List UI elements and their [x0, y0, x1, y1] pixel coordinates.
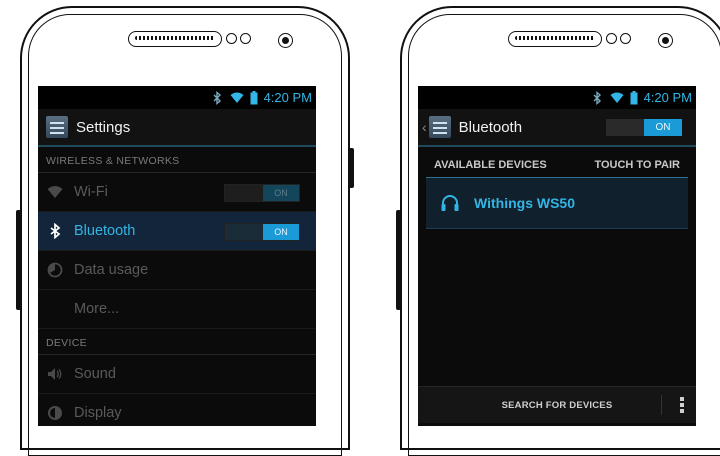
bluetooth-status-icon — [593, 90, 601, 105]
status-time: 4:20 PM — [263, 90, 312, 105]
section-header-device: DEVICE — [38, 329, 316, 355]
volume-button — [16, 210, 21, 310]
page-title: Settings — [76, 118, 131, 136]
settings-item-data-usage[interactable]: Data usage — [38, 251, 316, 290]
action-bar: ‹ Bluetooth ON — [418, 109, 696, 147]
bluetooth-icon — [46, 222, 64, 240]
available-devices-label: AVAILABLE DEVICES — [434, 159, 547, 171]
headphones-icon — [441, 195, 459, 211]
sensor — [226, 33, 237, 44]
sound-icon — [46, 365, 64, 383]
device-name: Withings WS50 — [474, 195, 575, 211]
action-bar: Settings — [38, 109, 316, 147]
wifi-icon — [46, 183, 64, 201]
settings-item-bluetooth[interactable]: Bluetooth ON — [38, 212, 316, 251]
speaker-grille — [508, 31, 602, 47]
status-bar: 4:20 PM — [418, 86, 696, 109]
speaker-grille — [128, 31, 222, 47]
phone-left: 4:20 PM Settings WIRELESS & NETWORKS Wi-… — [14, 0, 356, 456]
sensor — [620, 33, 631, 44]
battery-icon — [250, 90, 258, 104]
settings-app-icon[interactable] — [428, 116, 451, 138]
sensor — [240, 33, 251, 44]
wifi-status-icon — [230, 92, 244, 103]
search-for-devices-button[interactable]: SEARCH FOR DEVICES — [502, 400, 613, 411]
front-camera — [658, 33, 673, 48]
status-time: 4:20 PM — [643, 90, 692, 105]
settings-item-label: More... — [74, 301, 120, 317]
toggle-label: ON — [263, 185, 299, 201]
wifi-status-icon — [610, 92, 624, 103]
front-camera — [278, 33, 293, 48]
devices-header: AVAILABLE DEVICES TOUCH TO PAIR — [426, 159, 688, 178]
data-usage-icon — [46, 261, 64, 279]
status-bar: 4:20 PM — [38, 86, 316, 109]
screen: 4:20 PM ‹ Bluetooth ON AVAILABLE DEVICES… — [418, 86, 696, 426]
toggle-label: ON — [644, 119, 682, 136]
screen: 4:20 PM Settings WIRELESS & NETWORKS Wi-… — [38, 86, 316, 426]
display-icon — [46, 404, 64, 422]
bottom-action-bar: SEARCH FOR DEVICES — [418, 386, 696, 423]
section-header-wireless: WIRELESS & NETWORKS — [38, 147, 316, 173]
settings-item-label: Wi-Fi — [74, 184, 108, 200]
settings-item-more[interactable]: More... — [38, 290, 316, 329]
volume-button — [396, 210, 401, 310]
settings-item-display[interactable]: Display — [38, 394, 316, 426]
touch-to-pair-label: TOUCH TO PAIR — [594, 159, 680, 171]
sensor — [606, 33, 617, 44]
battery-icon — [630, 90, 638, 104]
overflow-menu-icon[interactable] — [680, 397, 684, 413]
bluetooth-status-icon — [213, 90, 221, 105]
back-caret-icon[interactable]: ‹ — [422, 119, 427, 135]
settings-app-icon[interactable] — [46, 116, 68, 138]
settings-item-label: Bluetooth — [74, 223, 136, 239]
divider — [661, 395, 662, 415]
settings-item-wifi[interactable]: Wi-Fi ON — [38, 173, 316, 212]
page-title: Bluetooth — [458, 118, 523, 136]
settings-item-label: Sound — [74, 366, 116, 382]
settings-item-label: Data usage — [74, 262, 149, 278]
wifi-toggle[interactable]: ON — [224, 184, 300, 202]
bluetooth-master-toggle[interactable]: ON — [606, 119, 682, 136]
power-button — [349, 148, 354, 188]
settings-item-sound[interactable]: Sound — [38, 355, 316, 394]
device-item[interactable]: Withings WS50 — [426, 178, 688, 229]
toggle-label: ON — [263, 224, 299, 240]
bluetooth-toggle[interactable]: ON — [224, 223, 300, 241]
phone-right: 4:20 PM ‹ Bluetooth ON AVAILABLE DEVICES… — [394, 0, 720, 456]
settings-item-label: Display — [74, 405, 122, 421]
